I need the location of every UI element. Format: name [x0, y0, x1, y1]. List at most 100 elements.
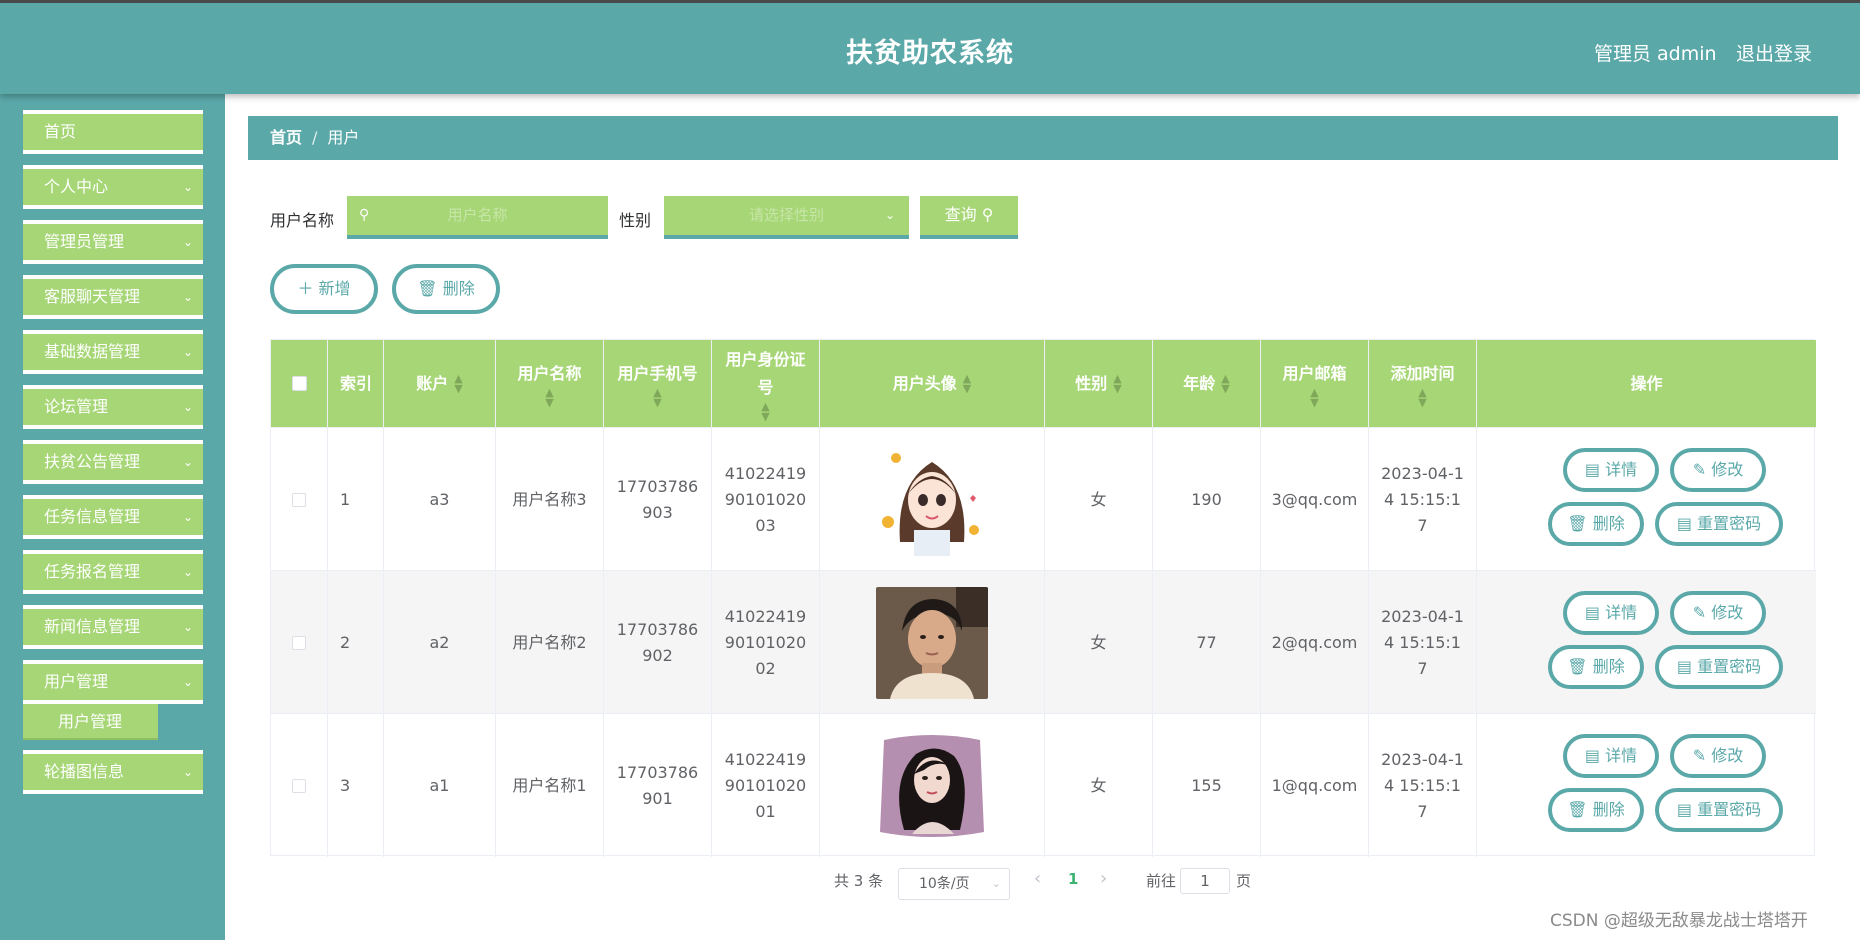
delete-button[interactable]: 🗑 删除	[1548, 502, 1644, 546]
reset-password-button[interactable]: ▤ 重置密码	[1655, 502, 1783, 546]
column-header-phone[interactable]: 用户手机号 ▲ ▼	[604, 340, 712, 427]
row-select-cell	[271, 714, 328, 857]
sidebar-item-admin-management[interactable]: 管理员管理 ⌄	[23, 220, 203, 264]
app-title: 扶贫助农系统	[846, 38, 1014, 69]
cell-avatar	[820, 428, 1045, 571]
document-icon: ▤	[1676, 657, 1692, 676]
trash-icon: 🗑	[417, 279, 438, 298]
breadcrumb-home[interactable]: 首页	[270, 128, 302, 147]
column-header-created[interactable]: 添加时间 ▲ ▼	[1369, 340, 1477, 427]
sidebar-item-chat-management[interactable]: 客服聊天管理 ⌄	[23, 275, 203, 319]
edit-button[interactable]: ✎ 修改	[1670, 448, 1766, 492]
sidebar-item-label: 用户管理	[44, 672, 109, 691]
search-icon: ⚲	[981, 205, 994, 224]
sidebar-item-announcements[interactable]: 扶贫公告管理 ⌄	[23, 440, 203, 484]
select-all-cell	[271, 340, 328, 427]
sort-icon[interactable]: ▲ ▼	[1221, 373, 1229, 394]
column-header-avatar[interactable]: 用户头像 ▲ ▼	[820, 340, 1045, 427]
sort-icon[interactable]: ▲ ▼	[963, 373, 971, 394]
cell-age: 77	[1153, 571, 1261, 714]
reset-password-button[interactable]: ▤ 重置密码	[1655, 788, 1783, 832]
sort-icon[interactable]: ▲ ▼	[1310, 387, 1318, 408]
column-header-account[interactable]: 账户 ▲ ▼	[384, 340, 496, 427]
cell-phone: 17703786903	[604, 428, 712, 571]
delete-button[interactable]: 🗑 删除	[1548, 645, 1644, 689]
column-header-username[interactable]: 用户名称 ▲ ▼	[496, 340, 604, 427]
chevron-down-icon: ⌄	[182, 290, 193, 304]
logout-link[interactable]: 退出登录	[1736, 39, 1812, 66]
row-checkbox[interactable]	[292, 492, 306, 507]
user-avatar-image[interactable]	[876, 729, 988, 842]
user-avatar-image[interactable]	[876, 443, 988, 556]
sidebar-item-news[interactable]: 新闻信息管理 ⌄	[23, 605, 203, 649]
add-button[interactable]: ＋ 新增	[270, 264, 378, 314]
page-size-value: 10条/页	[919, 876, 970, 892]
cell-phone: 17703786901	[604, 714, 712, 857]
sidebar-subitem-user-management[interactable]: 用户管理	[23, 704, 158, 740]
pencil-icon: ✎	[1692, 603, 1707, 622]
reset-password-button[interactable]: ▤ 重置密码	[1655, 645, 1783, 689]
goto-page-input[interactable]: 1	[1180, 868, 1230, 894]
page-number-current[interactable]: 1	[1068, 870, 1078, 888]
chevron-down-icon: ⌄	[182, 235, 193, 249]
batch-delete-button[interactable]: 🗑 删除	[392, 264, 500, 314]
column-header-age[interactable]: 年龄 ▲ ▼	[1153, 340, 1261, 427]
delete-button-label: 删除	[442, 279, 475, 298]
sidebar-item-personal-center[interactable]: 个人中心 ⌄	[23, 165, 203, 209]
sidebar-item-task-signup[interactable]: 任务报名管理 ⌄	[23, 550, 203, 594]
row-select-cell	[271, 571, 328, 714]
user-avatar-image[interactable]	[876, 586, 988, 699]
column-header-id-card[interactable]: 用户身份证号 ▲ ▼	[712, 340, 820, 427]
chevron-down-icon: ⌄	[182, 455, 193, 469]
cell-id-card: 410224199010102003	[712, 428, 820, 571]
table-row: 2 a2 用户名称2 17703786902 41022419901010200…	[271, 570, 1816, 714]
query-button-label: 查询	[944, 205, 977, 224]
current-user: 管理员 admin	[1594, 43, 1717, 65]
sidebar-item-home[interactable]: 首页	[23, 110, 203, 154]
cell-index: 3	[328, 714, 384, 857]
sort-icon[interactable]: ▲ ▼	[454, 373, 462, 394]
cell-email: 1@qq.com	[1261, 714, 1369, 857]
cell-username: 用户名称2	[496, 571, 604, 714]
sidebar-item-users[interactable]: 用户管理 ⌄	[23, 660, 203, 704]
detail-button[interactable]: ▤ 详情	[1563, 734, 1659, 778]
table-header: 索引 账户 ▲ ▼ 用户名称 ▲ ▼ 用户手机号 ▲ ▼ 用户身份证号 ▲ ▼ 用户头像 ▲ ▼ 性…	[271, 340, 1816, 427]
column-header-email[interactable]: 用户邮箱 ▲ ▼	[1261, 340, 1369, 427]
page-size-select[interactable]: 10条/页 ⌄	[898, 868, 1010, 900]
sidebar: 首页 个人中心 ⌄ 管理员管理 ⌄ 客服聊天管理 ⌄ 基础数据管理 ⌄ 论坛管理 ⌄ 扶贫…	[0, 94, 225, 940]
edit-button[interactable]: ✎ 修改	[1670, 591, 1766, 635]
sort-icon[interactable]: ▲ ▼	[653, 387, 661, 408]
cell-avatar	[820, 714, 1045, 857]
document-icon: ▤	[1676, 800, 1692, 819]
sidebar-item-carousel[interactable]: 轮播图信息 ⌄	[23, 750, 203, 794]
chevron-down-icon: ⌄	[182, 510, 193, 524]
cell-created: 2023-04-14 15:15:17	[1369, 428, 1477, 571]
sidebar-item-tasks[interactable]: 任务信息管理 ⌄	[23, 495, 203, 539]
detail-button[interactable]: ▤ 详情	[1563, 591, 1659, 635]
sidebar-item-forum[interactable]: 论坛管理 ⌄	[23, 385, 203, 429]
query-button[interactable]: 查询 ⚲	[920, 193, 1018, 239]
sort-icon[interactable]: ▲ ▼	[1418, 387, 1426, 408]
gender-select[interactable]: 请选择性别 ⌄	[664, 193, 909, 239]
sort-icon[interactable]: ▲ ▼	[545, 387, 553, 408]
delete-button[interactable]: 🗑 删除	[1548, 788, 1644, 832]
username-search-input[interactable]: ⚲ 用户名称	[347, 193, 608, 239]
username-placeholder: 用户名称	[447, 206, 508, 224]
cell-created: 2023-04-14 15:15:17	[1369, 571, 1477, 714]
column-header-index: 索引	[328, 340, 384, 427]
edit-button[interactable]: ✎ 修改	[1670, 734, 1766, 778]
chevron-down-icon: ⌄	[182, 675, 193, 689]
prev-page-icon[interactable]: ‹	[1034, 868, 1041, 889]
row-checkbox[interactable]	[292, 778, 306, 793]
sort-icon[interactable]: ▲ ▼	[761, 401, 769, 422]
row-select-cell	[271, 428, 328, 571]
row-checkbox[interactable]	[292, 635, 306, 650]
next-page-icon[interactable]: ›	[1100, 868, 1107, 889]
gender-placeholder: 请选择性别	[748, 206, 824, 224]
sidebar-item-basic-data[interactable]: 基础数据管理 ⌄	[23, 330, 203, 374]
detail-button[interactable]: ▤ 详情	[1563, 448, 1659, 492]
select-all-checkbox[interactable]	[291, 376, 307, 391]
sort-icon[interactable]: ▲ ▼	[1113, 373, 1121, 394]
cell-username: 用户名称1	[496, 714, 604, 857]
column-header-gender[interactable]: 性别 ▲ ▼	[1045, 340, 1153, 427]
